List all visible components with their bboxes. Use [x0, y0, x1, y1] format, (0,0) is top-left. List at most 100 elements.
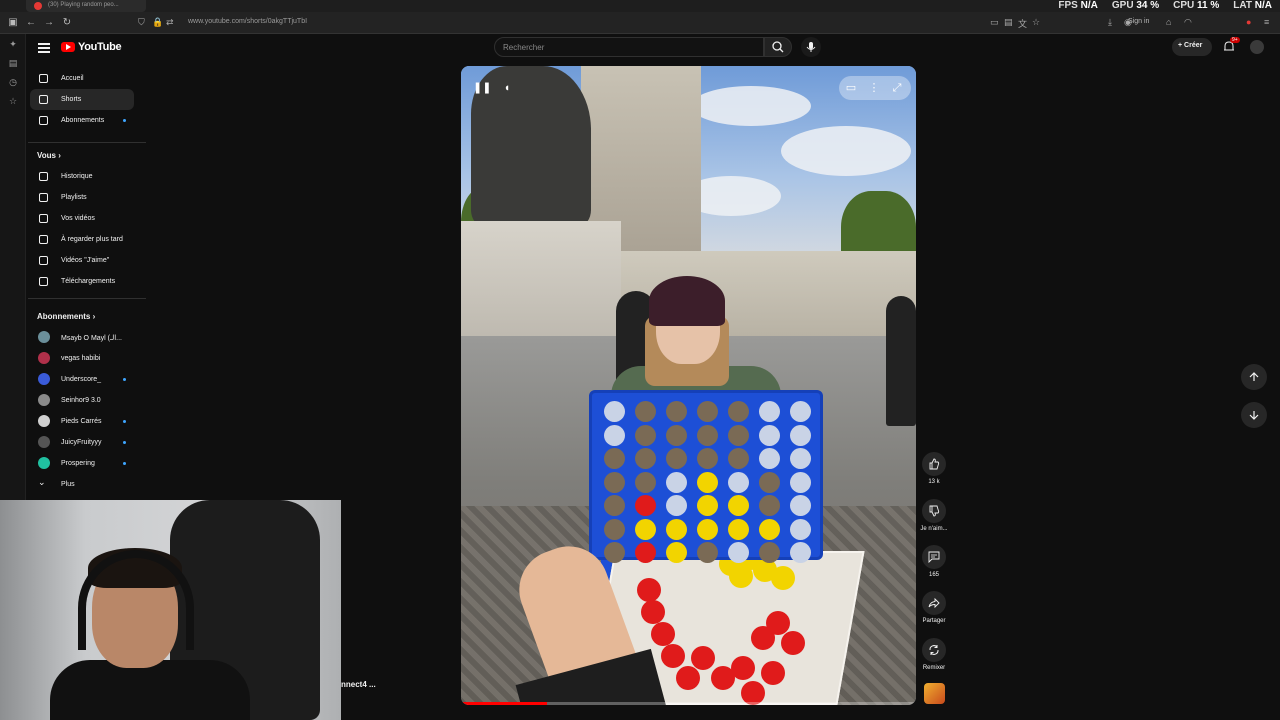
sound-thumbnail[interactable]	[924, 683, 945, 704]
board-hole	[635, 448, 656, 469]
cpu-stat: CPU 11 %	[1173, 0, 1220, 11]
strip-reading-icon[interactable]: ▤	[7, 58, 19, 70]
search-input[interactable]: Rechercher	[494, 37, 764, 57]
captions-icon[interactable]: ▭	[843, 80, 859, 96]
sidebar-more-label: Plus	[61, 481, 75, 488]
extensions-icon[interactable]: ⌂	[1166, 17, 1171, 27]
avatar[interactable]	[1250, 40, 1264, 54]
red-chip	[641, 600, 665, 624]
reader-icon[interactable]: ▤	[1004, 17, 1013, 28]
arrow-down-icon	[1249, 411, 1259, 420]
strip-bookmarks-icon[interactable]: ☆	[7, 96, 19, 108]
create-button[interactable]: + Créer	[1172, 38, 1212, 56]
board-hole	[635, 495, 656, 516]
search-button[interactable]	[764, 37, 792, 57]
remix-button[interactable]: Remixer	[922, 638, 946, 671]
menu-icon[interactable]	[38, 41, 50, 53]
shield-icon[interactable]: ⛉	[138, 17, 145, 28]
sidebar-item-regarder-plus-tard[interactable]: À regarder plus tard	[30, 229, 134, 250]
ext-icon-2[interactable]: ◠	[1184, 17, 1192, 28]
voice-search-button[interactable]	[801, 37, 821, 57]
sidebar-item-playlists[interactable]: Playlists	[30, 187, 134, 208]
ext-record-icon[interactable]: ●	[1246, 17, 1251, 27]
board-hole	[759, 401, 780, 422]
previous-short-button[interactable]	[1241, 364, 1267, 390]
reload-icon[interactable]: ↻	[60, 16, 74, 30]
connect4-board	[589, 390, 823, 563]
board-hole	[790, 542, 811, 563]
volume-icon[interactable]: ◖	[499, 80, 515, 96]
forward-icon[interactable]: →	[42, 16, 56, 30]
sidebar-item-label: Prospering	[61, 460, 95, 467]
browser-tab[interactable]: (30) Playing random peo...	[26, 0, 146, 12]
sidebar-item-label: JuicyFruityyy	[61, 439, 102, 446]
red-chip	[676, 666, 700, 690]
sidebar-item-shorts[interactable]: Shorts	[30, 89, 134, 110]
red-chip	[661, 644, 685, 668]
channel-avatar	[38, 394, 50, 406]
download-icon[interactable]: ⤓	[1108, 17, 1112, 28]
sidebar-item-label: Historique	[61, 173, 93, 180]
sidebar-item-label: Téléchargements	[61, 278, 116, 285]
dislike-button[interactable]: Je n'aim...	[920, 499, 948, 532]
like-button[interactable]: 13 k	[922, 452, 946, 485]
sidebar-item-vid-os-j-aime[interactable]: Vidéos "J'aime"	[30, 250, 134, 271]
video-progress-bar[interactable]	[461, 702, 916, 705]
sidebar-item-juicyfruityyy[interactable]: JuicyFruityyy	[30, 432, 134, 453]
create-label: Créer	[1184, 42, 1203, 49]
board-hole	[790, 401, 811, 422]
back-icon[interactable]: ←	[24, 16, 38, 30]
sidebar-item-label: Pieds Carrés	[61, 418, 102, 425]
sidebar-item-prospering[interactable]: Prospering	[30, 453, 134, 474]
more-options-icon[interactable]: ⋮	[866, 80, 882, 96]
sidebar-more[interactable]: ⌄ Plus	[30, 474, 134, 495]
sidebar-item-underscore[interactable]: Underscore_	[30, 369, 134, 390]
history-icon	[38, 171, 49, 182]
youtube-wordmark: YouTube	[78, 41, 122, 53]
strip-ai-icon[interactable]: ✦	[7, 39, 19, 51]
pause-icon[interactable]: ❚❚	[473, 80, 491, 96]
board-hole	[666, 495, 687, 516]
shorts-video-player[interactable]: ❚❚ ◖ ▭ ⋮ ⤢	[461, 66, 916, 705]
sidebar-item-accueil[interactable]: Accueil	[30, 68, 134, 89]
board-hole	[728, 518, 749, 540]
sidebar-item-historique[interactable]: Historique	[30, 166, 134, 187]
gpu-stat: GPU 34 %	[1111, 0, 1160, 11]
youtube-play-icon	[61, 42, 75, 52]
board-hole	[635, 424, 656, 446]
sidebar-item-seinhor9-3-0[interactable]: Seinhor9 3.0	[30, 390, 134, 411]
new-content-dot	[123, 420, 126, 423]
translate-icon[interactable]: 文	[1018, 17, 1027, 30]
lock-icon[interactable]: 🔒	[152, 17, 163, 28]
browser-menu-icon[interactable]: ≡	[1264, 17, 1269, 27]
board-hole	[666, 542, 687, 563]
url-text[interactable]: www.youtube.com/shorts/0akgTTjuTbI	[188, 18, 307, 25]
bookmark-icon[interactable]: ☆	[1032, 17, 1040, 28]
sidebar-item-msayb-o-mayl[interactable]: Msayb O Mayl (الـ...	[30, 327, 134, 348]
share-button[interactable]: Partager	[922, 591, 946, 624]
sidebar-item-label: Underscore_	[61, 376, 102, 383]
sidebar-item-vos-vid-os[interactable]: Vos vidéos	[30, 208, 134, 229]
subscriptions-icon	[38, 115, 49, 126]
board-hole	[728, 401, 749, 422]
sign-in-link[interactable]: Sign in	[1128, 18, 1149, 25]
comments-button[interactable]: 165	[922, 545, 946, 578]
sidebar-item-vegas-habibi[interactable]: vegas habibi	[30, 348, 134, 369]
sidebar-toggle-icon[interactable]: ▣	[6, 16, 20, 30]
fullscreen-icon[interactable]: ⤢	[889, 80, 905, 96]
sidebar-item-pieds-carr-s[interactable]: Pieds Carrés	[30, 411, 134, 432]
youtube-logo[interactable]: YouTube	[61, 41, 122, 53]
site-settings-icon[interactable]: ⇄	[166, 17, 174, 28]
board-hole	[635, 518, 656, 540]
sidebar-subs-heading[interactable]: Abonnements ›	[37, 312, 95, 321]
next-short-button[interactable]	[1241, 402, 1267, 428]
pip-icon[interactable]: ▭	[990, 17, 999, 28]
video-cloud	[781, 126, 911, 176]
sidebar-item-abonnements[interactable]: Abonnements	[30, 110, 134, 131]
strip-history-icon[interactable]: ◷	[7, 77, 19, 89]
chevron-right-icon: ›	[92, 312, 96, 321]
sidebar-you-heading[interactable]: Vous ›	[37, 151, 61, 160]
new-content-dot	[123, 462, 126, 465]
board-hole	[759, 495, 780, 516]
sidebar-item-t-l-chargements[interactable]: Téléchargements	[30, 271, 134, 292]
